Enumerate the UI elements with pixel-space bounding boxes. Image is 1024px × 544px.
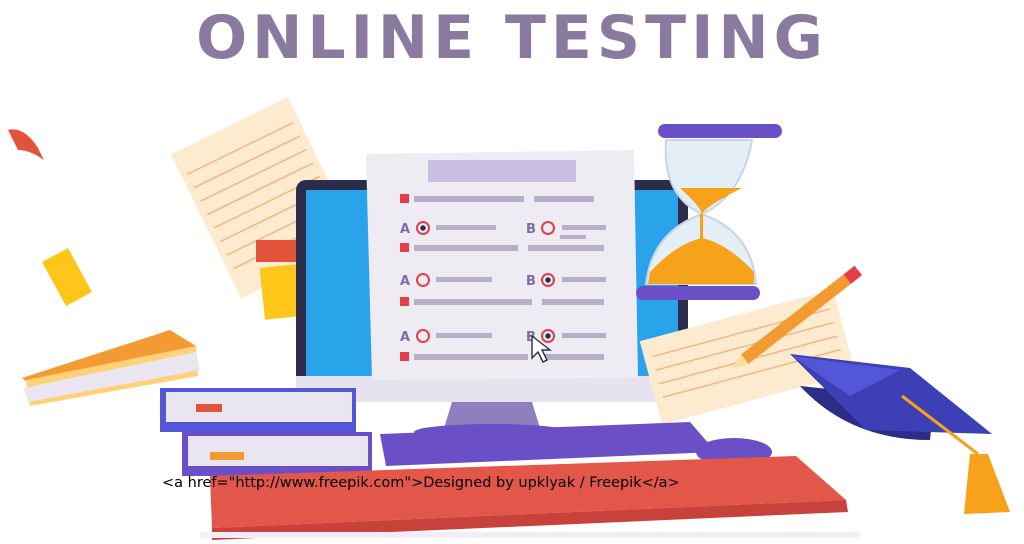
quiz-paper [366,150,638,380]
option-letter: A [400,330,410,345]
option-letter: A [400,274,410,289]
sticky-note-red [256,240,298,262]
option-letter: B [526,274,536,289]
illustration: A B A B A B [8,97,1010,540]
confetti-yellow-shape [42,248,92,306]
option-letter: A [400,222,410,237]
confetti-red-shape [8,129,44,160]
option-letter: B [526,222,536,237]
credit-text: <a href="http://www.freepik.com">Designe… [162,475,680,491]
